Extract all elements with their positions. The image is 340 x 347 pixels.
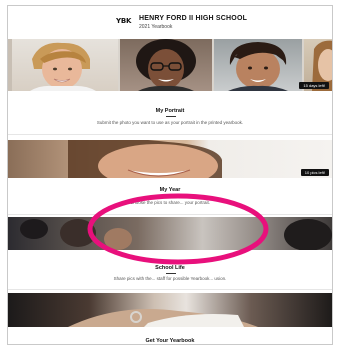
section-divider	[8, 289, 332, 290]
school-name: HENRY FORD II HIGH SCHOOL	[139, 15, 248, 22]
card-my-portrait[interactable]: 15 days left! My Portrait Submit the pho…	[8, 36, 332, 134]
title-underline	[166, 273, 176, 274]
title-underline	[166, 116, 176, 117]
my-year-banner-image: 10 pics left!	[8, 140, 332, 178]
card-get-your-yearbook[interactable]: Get Your Yearbook	[8, 292, 332, 344]
get-yearbook-banner-image	[8, 293, 332, 327]
app-header: YBK HENRY FORD II HIGH SCHOOL 2021 Yearb…	[8, 6, 332, 36]
card-desc-my-year: Choose the pics to share... your portrai…	[129, 200, 211, 205]
card-my-year[interactable]: 10 pics left! My Year Choose the pics to…	[8, 137, 332, 214]
card-title-my-year: My Year	[159, 187, 181, 193]
section-divider	[8, 214, 332, 215]
card-school-life[interactable]: School Life Share pics with the... staff…	[8, 216, 332, 289]
card-title-my-portrait: My Portrait	[155, 108, 185, 114]
yearbook-year-label: 2021 Yearbook	[139, 24, 173, 30]
portrait-banner-image: 15 days left!	[8, 39, 332, 91]
card-desc-school-life: Share pics with the... staff for possibl…	[113, 276, 227, 281]
card-title-get-your-yearbook: Get Your Yearbook	[145, 338, 195, 344]
school-life-banner-image	[8, 217, 332, 250]
section-divider	[8, 134, 332, 135]
title-underline	[166, 195, 176, 196]
card-title-school-life: School Life	[155, 265, 185, 271]
ybk-logo: YBK	[116, 17, 132, 25]
card-desc-my-portrait: Submit the photo you want to use as your…	[96, 120, 244, 125]
my-year-pics-left-badge: 10 pics left!	[300, 169, 329, 176]
yearbook-app-window: YBK HENRY FORD II HIGH SCHOOL 2021 Yearb…	[7, 5, 333, 345]
portrait-deadline-badge: 15 days left!	[299, 82, 329, 89]
